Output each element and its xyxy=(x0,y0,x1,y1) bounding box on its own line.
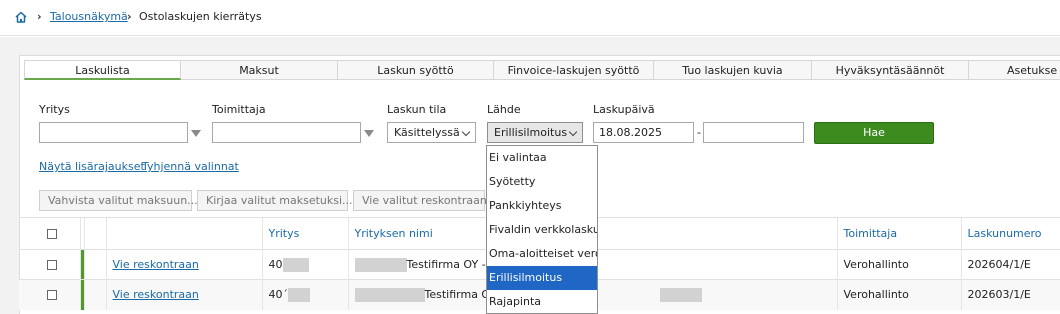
yritys-value: 40 xyxy=(268,257,283,271)
chevron-right-icon: › xyxy=(37,10,42,23)
chevron-down-icon xyxy=(461,127,471,137)
redaction xyxy=(660,287,703,302)
date-range-dash: - xyxy=(697,126,701,139)
lahde-dropdown-list: Ei valintaa Syötetty Pankkiyhteys Fivald… xyxy=(486,145,598,314)
redaction xyxy=(354,287,425,302)
confirm-to-payment-button[interactable]: Vahvista valitut maksuun... xyxy=(39,190,198,211)
tab-laskulista[interactable]: Laskulista xyxy=(24,60,181,80)
yritys-input[interactable] xyxy=(39,122,188,143)
row-checkbox[interactable] xyxy=(47,260,57,270)
vie-reskontraan-link[interactable]: Vie reskontraan xyxy=(113,288,199,301)
yritys-value: 40´ xyxy=(268,287,289,301)
header-laskunumero[interactable]: Laskunumero xyxy=(960,217,1060,250)
breadcrumb-link-talousnakyma[interactable]: Talousnäkymä xyxy=(50,10,128,23)
tab-finvoice[interactable]: Finvoice-laskujen syöttö xyxy=(494,60,654,80)
empty-cell xyxy=(83,249,106,280)
row-checkbox[interactable] xyxy=(47,290,57,301)
clear-filters-link[interactable]: Tyhjennä valinnat xyxy=(142,160,239,173)
tab-maksut[interactable]: Maksut xyxy=(181,60,338,80)
send-to-ledger-button[interactable]: Vie valitut reskontraan xyxy=(353,190,487,211)
row-select-cell xyxy=(19,249,80,280)
laskun-tila-label: Laskun tila xyxy=(387,103,447,116)
chevron-right-icon: › xyxy=(127,10,132,23)
toimittaja-dropdown-icon[interactable] xyxy=(364,130,374,137)
laskunumero-cell: 202604/1/E xyxy=(960,249,1060,280)
empty-cell xyxy=(83,279,106,310)
toimittaja-label: Toimittaja xyxy=(212,103,266,116)
mark-as-paid-button[interactable]: Kirjaa valitut maksetuksi... xyxy=(197,190,353,211)
dropdown-option-pankkiyhteys[interactable]: Pankkiyhteys xyxy=(487,194,597,218)
action-cell: Vie reskontraan xyxy=(105,249,262,280)
show-more-filters-link[interactable]: Näytä lisärajaukset xyxy=(39,160,145,173)
laskun-tila-select[interactable]: Käsittelyssä xyxy=(387,122,476,143)
header-yritys[interactable]: Yritys xyxy=(261,217,348,250)
breadcrumb: › Talousnäkymä › Ostolaskujen kierrätys xyxy=(0,0,1060,36)
tab-bar: Laskulista Maksut Laskun syöttö Finvoice… xyxy=(24,60,1060,80)
row-select-cell xyxy=(19,279,80,310)
tab-asetukset[interactable]: Asetukse xyxy=(969,60,1060,80)
breadcrumb-current: Ostolaskujen kierrätys xyxy=(139,10,262,23)
yrityksen-nimi-value: Testifirma O xyxy=(424,287,491,301)
search-button[interactable]: Hae xyxy=(814,122,934,144)
dropdown-option-ei-valintaa[interactable]: Ei valintaa xyxy=(487,146,597,170)
lahde-select[interactable]: Erillisilmoitus xyxy=(487,122,583,143)
redaction xyxy=(288,287,310,302)
yritys-cell: 40´ xyxy=(261,279,348,310)
toimittaja-cell: Verohallinto xyxy=(836,249,961,280)
yritys-label: Yritys xyxy=(39,103,70,116)
chevron-down-icon xyxy=(568,127,578,137)
dropdown-option-rajapinta[interactable]: Rajapinta xyxy=(487,290,597,314)
laskupaiva-from-input[interactable]: 18.08.2025 xyxy=(593,122,694,143)
action-header xyxy=(105,217,262,250)
yrityksen-nimi-value: Testifirma OY - I xyxy=(406,257,493,271)
redaction xyxy=(354,257,407,272)
dropdown-option-syotetty[interactable]: Syötetty xyxy=(487,170,597,194)
yritys-cell: 40 xyxy=(261,249,348,280)
lahde-value: Erillisilmoitus xyxy=(494,126,568,139)
redaction xyxy=(282,257,309,272)
header-toimittaja[interactable]: Toimittaja xyxy=(836,217,961,250)
dropdown-option-oma-aloitteiset-verot[interactable]: Oma-aloitteiset verot xyxy=(487,242,597,266)
yritys-dropdown-icon[interactable] xyxy=(191,130,201,137)
vie-reskontraan-link[interactable]: Vie reskontraan xyxy=(113,258,199,271)
tab-hyvaksyntasaannot[interactable]: Hyväksyntäsäännöt xyxy=(812,60,969,80)
laskun-tila-value: Käsittelyssä xyxy=(394,126,460,139)
lahde-label: Lähde xyxy=(487,103,521,116)
laskupaiva-to-input[interactable] xyxy=(703,122,804,143)
dropdown-option-fivaldin-verkkolasku[interactable]: Fivaldin verkkolasku xyxy=(487,218,597,242)
home-icon[interactable] xyxy=(14,10,28,24)
dropdown-option-erillisilmoitus[interactable]: Erillisilmoitus xyxy=(487,266,597,290)
empty-header xyxy=(83,217,106,250)
action-cell: Vie reskontraan xyxy=(105,279,262,310)
select-all-checkbox[interactable] xyxy=(47,229,57,239)
toimittaja-cell: Verohallinto xyxy=(836,279,961,310)
tab-laskun-syotto[interactable]: Laskun syöttö xyxy=(338,60,494,80)
laskupaiva-label: Laskupäivä xyxy=(593,103,655,116)
tab-tuo-kuvia[interactable]: Tuo laskujen kuvia xyxy=(654,60,812,80)
toimittaja-input[interactable] xyxy=(212,122,361,143)
select-all-cell xyxy=(19,217,80,250)
laskunumero-cell: 202603/1/E xyxy=(960,279,1060,310)
